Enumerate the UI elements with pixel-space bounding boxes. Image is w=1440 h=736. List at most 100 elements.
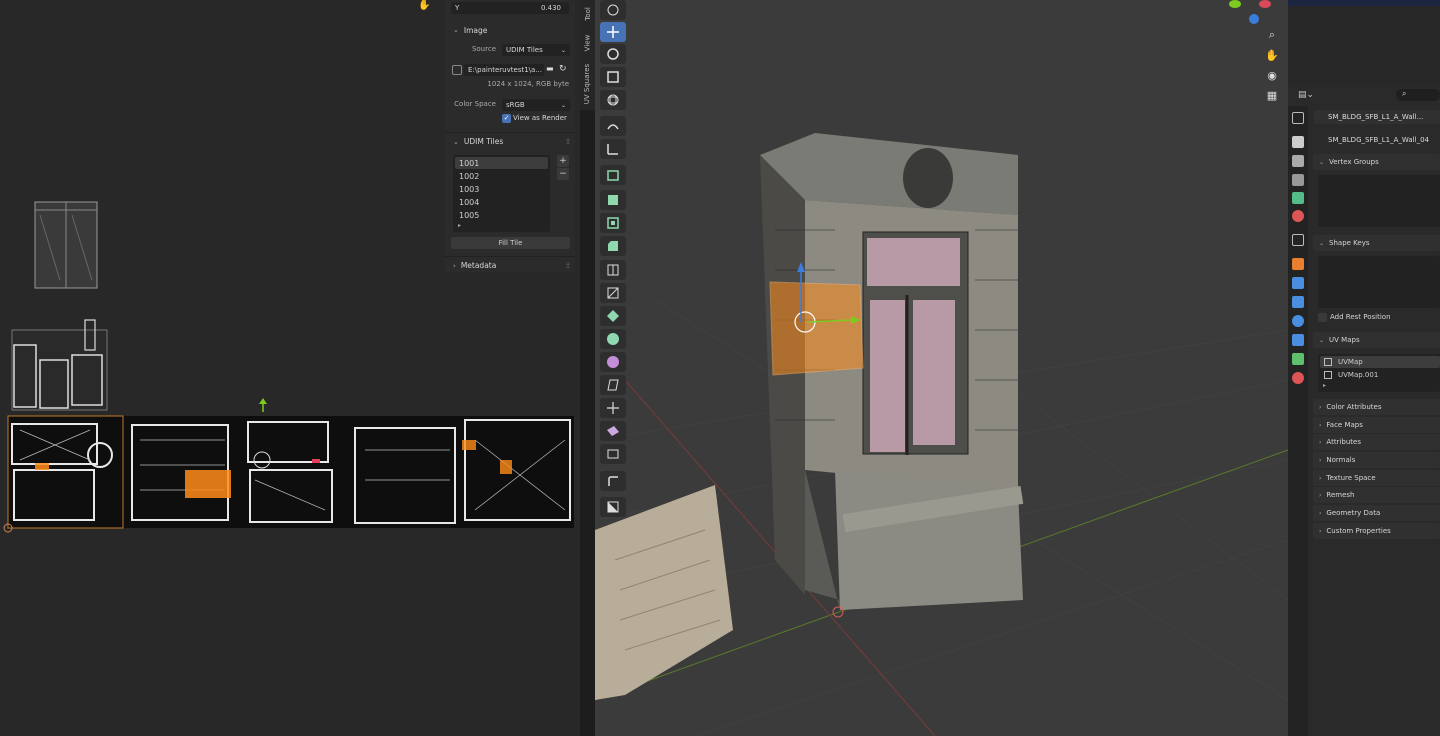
attributes-header[interactable]: › Attributes [1313,434,1440,450]
section-title: Face Maps [1326,421,1363,429]
render-tab-icon[interactable] [1292,136,1304,148]
move-tool-icon[interactable] [600,22,626,42]
geometry-data-header[interactable]: › Geometry Data [1313,505,1440,521]
uv-maps-list[interactable]: UVMap UVMap.001 ▸ [1318,354,1440,392]
reload-icon[interactable]: ↻ [559,64,570,75]
transform-tool-icon[interactable] [600,90,626,110]
object-tab-icon[interactable] [1292,258,1304,270]
grid-view-icon[interactable]: ▦ [1263,86,1281,104]
list-item[interactable]: UVMap.001 [1338,371,1378,379]
shear-tool-icon[interactable] [600,375,626,395]
colorspace-select[interactable]: sRGB ⌄ [502,99,570,111]
mesh-name-field[interactable]: SM_BLDG_SFB_L1_A_Wall_04 [1314,134,1440,146]
collection-tab-icon[interactable] [1292,234,1304,246]
rip-tool-icon[interactable] [600,421,626,441]
tab-uv-squares[interactable]: UV Squares [580,60,595,108]
spin-tool-icon[interactable] [600,329,626,349]
gizmo-z-axis-icon[interactable] [1249,14,1259,24]
filepath-field[interactable]: E:\painteruvtest1\a... [464,64,544,76]
modifier-tab-icon[interactable] [1292,277,1304,289]
drag-handle-icon[interactable]: ⁞⁞ [566,137,570,146]
add-tile-button[interactable]: + [557,155,569,167]
poly-build-tool-icon[interactable] [600,306,626,326]
fill-tile-button[interactable]: Fill Tile [451,237,570,249]
object-name-field[interactable]: SM_BLDG_SFB_L1_A_Wall... [1314,110,1440,124]
chevron-down-icon: ⌄ [1319,158,1325,166]
loop-cut-tool-icon[interactable] [600,260,626,280]
list-item[interactable]: 1005 [459,211,479,220]
shrink-tool-icon[interactable] [600,444,626,464]
bevel-tool-icon[interactable] [600,236,626,256]
source-value: UDIM Tiles [506,46,543,54]
knife-tool-icon[interactable] [600,283,626,303]
y-field[interactable]: Y 0.430 [451,2,569,14]
viewport-scene[interactable] [595,0,1288,736]
color-attributes-header[interactable]: › Color Attributes [1313,399,1440,415]
output-tab-icon[interactable] [1292,155,1304,167]
udim-tile-list[interactable]: 1001 1002 1003 1004 1005 ▸ [453,155,550,232]
list-item[interactable]: 1003 [459,185,479,194]
custom-properties-header[interactable]: › Custom Properties [1313,523,1440,539]
scene-tab-icon[interactable] [1292,192,1304,204]
udim-panel-header[interactable]: ⌄ UDIM Tiles ⁞⁞ [445,132,575,150]
cursor-tool-icon[interactable] [600,0,626,20]
data-tab-icon[interactable] [1292,353,1304,365]
uv-tool-icon[interactable] [600,471,626,491]
remesh-header[interactable]: › Remesh [1313,487,1440,503]
inset-tool-icon[interactable] [600,213,626,233]
hand-icon[interactable]: ✋ [418,0,432,11]
vertex-groups-header[interactable]: ⌄ Vertex Groups [1313,154,1440,170]
list-item[interactable]: 1001 [459,159,479,168]
add-rest-position-checkbox[interactable] [1318,313,1327,322]
normals-header[interactable]: › Normals [1313,452,1440,468]
metadata-panel-header[interactable]: › Metadata ⁞⁞ [445,256,575,274]
list-item[interactable]: 1004 [459,198,479,207]
shape-keys-list[interactable] [1318,256,1440,308]
physics-tab-icon[interactable] [1292,315,1304,327]
annotate-tool-icon[interactable] [600,116,626,136]
image-panel-header[interactable]: ⌄ Image [445,21,575,39]
drag-handle-icon[interactable]: ⁞⁞ [566,261,570,270]
outliner-area[interactable] [1288,6,1440,86]
uv-maps-header[interactable]: ⌄ UV Maps [1313,332,1440,348]
gizmo-y-axis-icon[interactable] [1229,0,1241,8]
hand-icon[interactable]: ✋ [1263,46,1281,64]
3d-viewport[interactable] [595,0,1288,736]
list-item[interactable]: 1002 [459,172,479,181]
view-layer-tab-icon[interactable] [1292,174,1304,186]
vertex-groups-list[interactable] [1318,175,1440,227]
tool-tab-icon[interactable] [1292,112,1304,124]
rotate-tool-icon[interactable] [600,44,626,64]
shape-keys-title: Shape Keys [1329,239,1370,247]
material-tab-icon[interactable] [1292,372,1304,384]
shape-keys-header[interactable]: ⌄ Shape Keys [1313,235,1440,251]
tab-tool[interactable]: Tool [580,2,595,26]
add-cube-tool-icon[interactable] [600,165,626,185]
face-maps-header[interactable]: › Face Maps [1313,417,1440,433]
folder-icon[interactable]: ▬ [546,64,557,75]
smooth-tool-icon[interactable] [600,352,626,372]
search-icon[interactable]: ⌕ [1396,89,1440,101]
chevron-right-icon[interactable]: ▸ [1323,382,1326,389]
editor-type-icon[interactable]: ▤⌄ [1298,90,1318,102]
source-select[interactable]: UDIM Tiles ⌄ [502,44,570,56]
chevron-right-icon: › [1319,456,1322,464]
extrude-tool-icon[interactable] [600,190,626,210]
image-browse-icon[interactable] [452,65,462,75]
view-as-render-checkbox[interactable]: ✓ [502,114,511,123]
push-pull-tool-icon[interactable] [600,398,626,418]
remove-tile-button[interactable]: − [557,168,569,180]
measure-tool-icon[interactable] [600,139,626,159]
zoom-icon[interactable]: ⌕ [1263,26,1281,44]
particles-tab-icon[interactable] [1292,296,1304,308]
list-item[interactable]: UVMap [1338,358,1363,366]
mark-seam-tool-icon[interactable] [600,497,626,517]
scale-tool-icon[interactable] [600,67,626,87]
camera-icon[interactable]: ◉ [1263,66,1281,84]
gizmo-x-axis-icon[interactable] [1259,0,1271,8]
chevron-right-icon[interactable]: ▸ [458,222,461,229]
tab-view[interactable]: View [580,30,595,56]
texture-space-header[interactable]: › Texture Space [1313,470,1440,486]
constraints-tab-icon[interactable] [1292,334,1304,346]
world-tab-icon[interactable] [1292,210,1304,222]
